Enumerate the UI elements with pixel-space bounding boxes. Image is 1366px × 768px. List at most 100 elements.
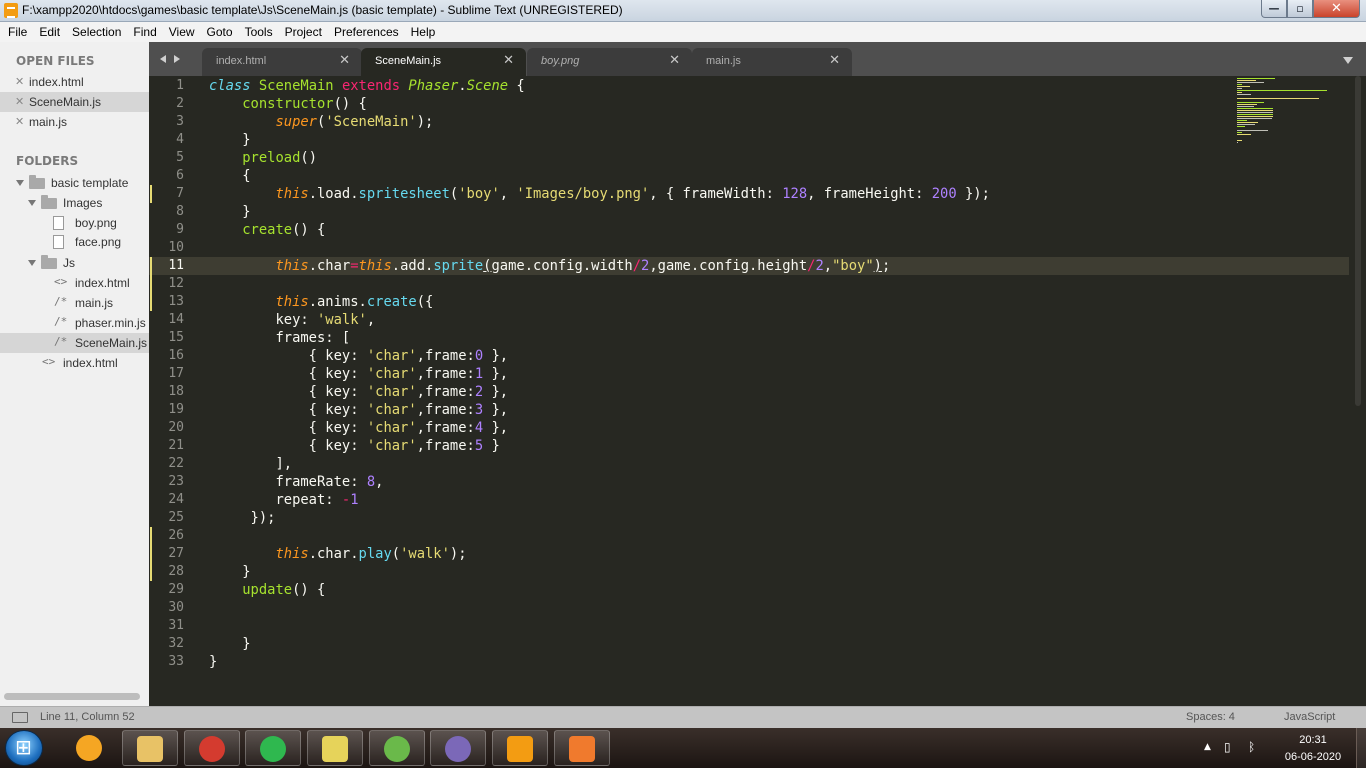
menu-edit[interactable]: Edit [33, 22, 66, 42]
open-file-item[interactable]: ✕ SceneMain.js [0, 92, 149, 112]
taskbar-google-chrome[interactable] [184, 730, 240, 766]
taskbar-windows-media-player[interactable] [62, 730, 118, 766]
tab-index-html[interactable]: index.html ✕ [202, 48, 362, 76]
folder-item[interactable]: Images [0, 193, 149, 213]
open-file-item[interactable]: ✕ main.js [0, 112, 149, 132]
tab-close-icon[interactable]: ✕ [503, 53, 514, 68]
line-code[interactable]: } [209, 203, 250, 221]
start-button[interactable] [5, 730, 43, 766]
title-bar: F:\xampp2020\htdocs\games\basic template… [0, 0, 1366, 22]
expand-arrow-icon[interactable] [28, 200, 36, 206]
sidebar-scrollbar[interactable] [4, 693, 140, 700]
line-code[interactable]: this.char.play('walk'); [209, 545, 466, 563]
console-toggle-icon[interactable] [12, 712, 28, 723]
minimap[interactable] [1235, 76, 1335, 156]
line-code[interactable]: this.load.spritesheet('boy', 'Images/boy… [209, 185, 989, 203]
menu-file[interactable]: File [2, 22, 33, 42]
line-code[interactable]: preload() [209, 149, 317, 167]
taskbar-sticky-notes[interactable] [307, 730, 363, 766]
tab-main-js[interactable]: main.js ✕ [692, 48, 852, 76]
line-code[interactable]: { key: 'char',frame:0 }, [209, 347, 508, 365]
menu-help[interactable]: Help [405, 22, 442, 42]
menu-project[interactable]: Project [279, 22, 328, 42]
line-code[interactable]: this.char=this.add.sprite(game.config.wi… [209, 257, 890, 275]
line-code[interactable]: { key: 'char',frame:3 }, [209, 401, 508, 419]
line-code[interactable]: } [209, 563, 250, 581]
line-code[interactable]: ], [209, 455, 292, 473]
device-icon[interactable]: ▯ [1224, 740, 1231, 754]
clock-time[interactable]: 20:31 [1280, 734, 1346, 746]
show-desktop-button[interactable] [1356, 728, 1366, 768]
line-code[interactable]: frameRate: 8, [209, 473, 383, 491]
code-token: 1 [350, 492, 359, 508]
tab-list-dropdown-icon[interactable] [1343, 57, 1353, 64]
bluetooth-icon[interactable]: ᛒ [1248, 740, 1255, 754]
menu-tools[interactable]: Tools [239, 22, 279, 42]
indentation-setting[interactable]: Spaces: 4 [1186, 711, 1235, 723]
code-token: ,frame: [416, 420, 475, 436]
taskbar-chat-app[interactable] [245, 730, 301, 766]
menu-view[interactable]: View [163, 22, 201, 42]
file-item[interactable]: <> index.html [0, 353, 149, 373]
editor-scrollbar[interactable] [1355, 76, 1361, 406]
line-code[interactable]: } [209, 653, 217, 671]
menu-preferences[interactable]: Preferences [328, 22, 405, 42]
line-code[interactable]: }); [209, 509, 276, 527]
line-code[interactable]: { key: 'char',frame:2 }, [209, 383, 508, 401]
line-code[interactable]: } [209, 635, 250, 653]
tab-close-icon[interactable]: ✕ [339, 53, 350, 68]
tab-scroll-left-icon[interactable] [160, 55, 166, 63]
line-number: 26 [168, 528, 184, 543]
line-code[interactable]: { key: 'char',frame:5 } [209, 437, 500, 455]
tab-scenemain-js[interactable]: SceneMain.js ✕ [361, 48, 526, 76]
taskbar-file-explorer[interactable] [122, 730, 178, 766]
code-token: frames: [ [209, 330, 351, 346]
expand-arrow-icon[interactable] [16, 180, 24, 186]
show-hidden-icons-icon[interactable]: ▲ [1204, 742, 1211, 752]
line-code[interactable]: super('SceneMain'); [209, 113, 433, 131]
menu-find[interactable]: Find [127, 22, 162, 42]
folder-item[interactable]: basic template [0, 173, 149, 193]
line-code[interactable]: create() { [209, 221, 325, 239]
file-item[interactable]: /* SceneMain.js [0, 333, 149, 353]
file-item[interactable]: /* main.js [0, 293, 149, 313]
close-button[interactable]: ✕ [1313, 0, 1360, 18]
line-number: 28 [168, 564, 184, 579]
line-code[interactable]: { key: 'char',frame:4 }, [209, 419, 508, 437]
line-code[interactable]: frames: [ [209, 329, 350, 347]
file-item[interactable]: <> index.html [0, 273, 149, 293]
close-file-icon[interactable]: ✕ [15, 75, 24, 88]
taskbar-sublime-text[interactable] [492, 730, 548, 766]
taskbar-xampp[interactable] [554, 730, 610, 766]
menu-selection[interactable]: Selection [66, 22, 127, 42]
file-item[interactable]: /* phaser.min.js [0, 313, 149, 333]
line-code[interactable]: { key: 'char',frame:1 }, [209, 365, 508, 383]
tab-close-icon[interactable]: ✕ [669, 53, 680, 68]
maximize-button[interactable]: ▫ [1287, 0, 1313, 18]
code-editor[interactable]: 1 class SceneMain extends Phaser.Scene { 2… [149, 76, 1366, 706]
file-item[interactable]: face.png [0, 232, 149, 252]
line-code[interactable]: this.anims.create({ [209, 293, 433, 311]
file-item[interactable]: boy.png [0, 213, 149, 233]
expand-arrow-icon[interactable] [28, 260, 36, 266]
line-code[interactable]: repeat: -1 [209, 491, 359, 509]
close-file-icon[interactable]: ✕ [15, 95, 24, 108]
close-file-icon[interactable]: ✕ [15, 115, 24, 128]
line-code[interactable]: class SceneMain extends Phaser.Scene { [209, 77, 525, 95]
taskbar-bittorrent[interactable] [430, 730, 486, 766]
tab-close-icon[interactable]: ✕ [829, 53, 840, 68]
tab-scroll-right-icon[interactable] [174, 55, 180, 63]
clock-date[interactable]: 06-06-2020 [1280, 751, 1346, 763]
line-code[interactable]: } [209, 131, 250, 149]
line-code[interactable]: update() { [209, 581, 325, 599]
taskbar-utorrent[interactable] [369, 730, 425, 766]
minimize-button[interactable]: — [1261, 0, 1287, 18]
tab-boy-png[interactable]: boy.png ✕ [527, 48, 692, 76]
folder-item[interactable]: Js [0, 253, 149, 273]
line-code[interactable]: key: 'walk', [209, 311, 375, 329]
menu-goto[interactable]: Goto [201, 22, 239, 42]
line-code[interactable]: { [209, 167, 250, 185]
syntax-selector[interactable]: JavaScript [1284, 711, 1335, 723]
line-code[interactable]: constructor() { [209, 95, 367, 113]
open-file-item[interactable]: ✕ index.html [0, 72, 149, 92]
